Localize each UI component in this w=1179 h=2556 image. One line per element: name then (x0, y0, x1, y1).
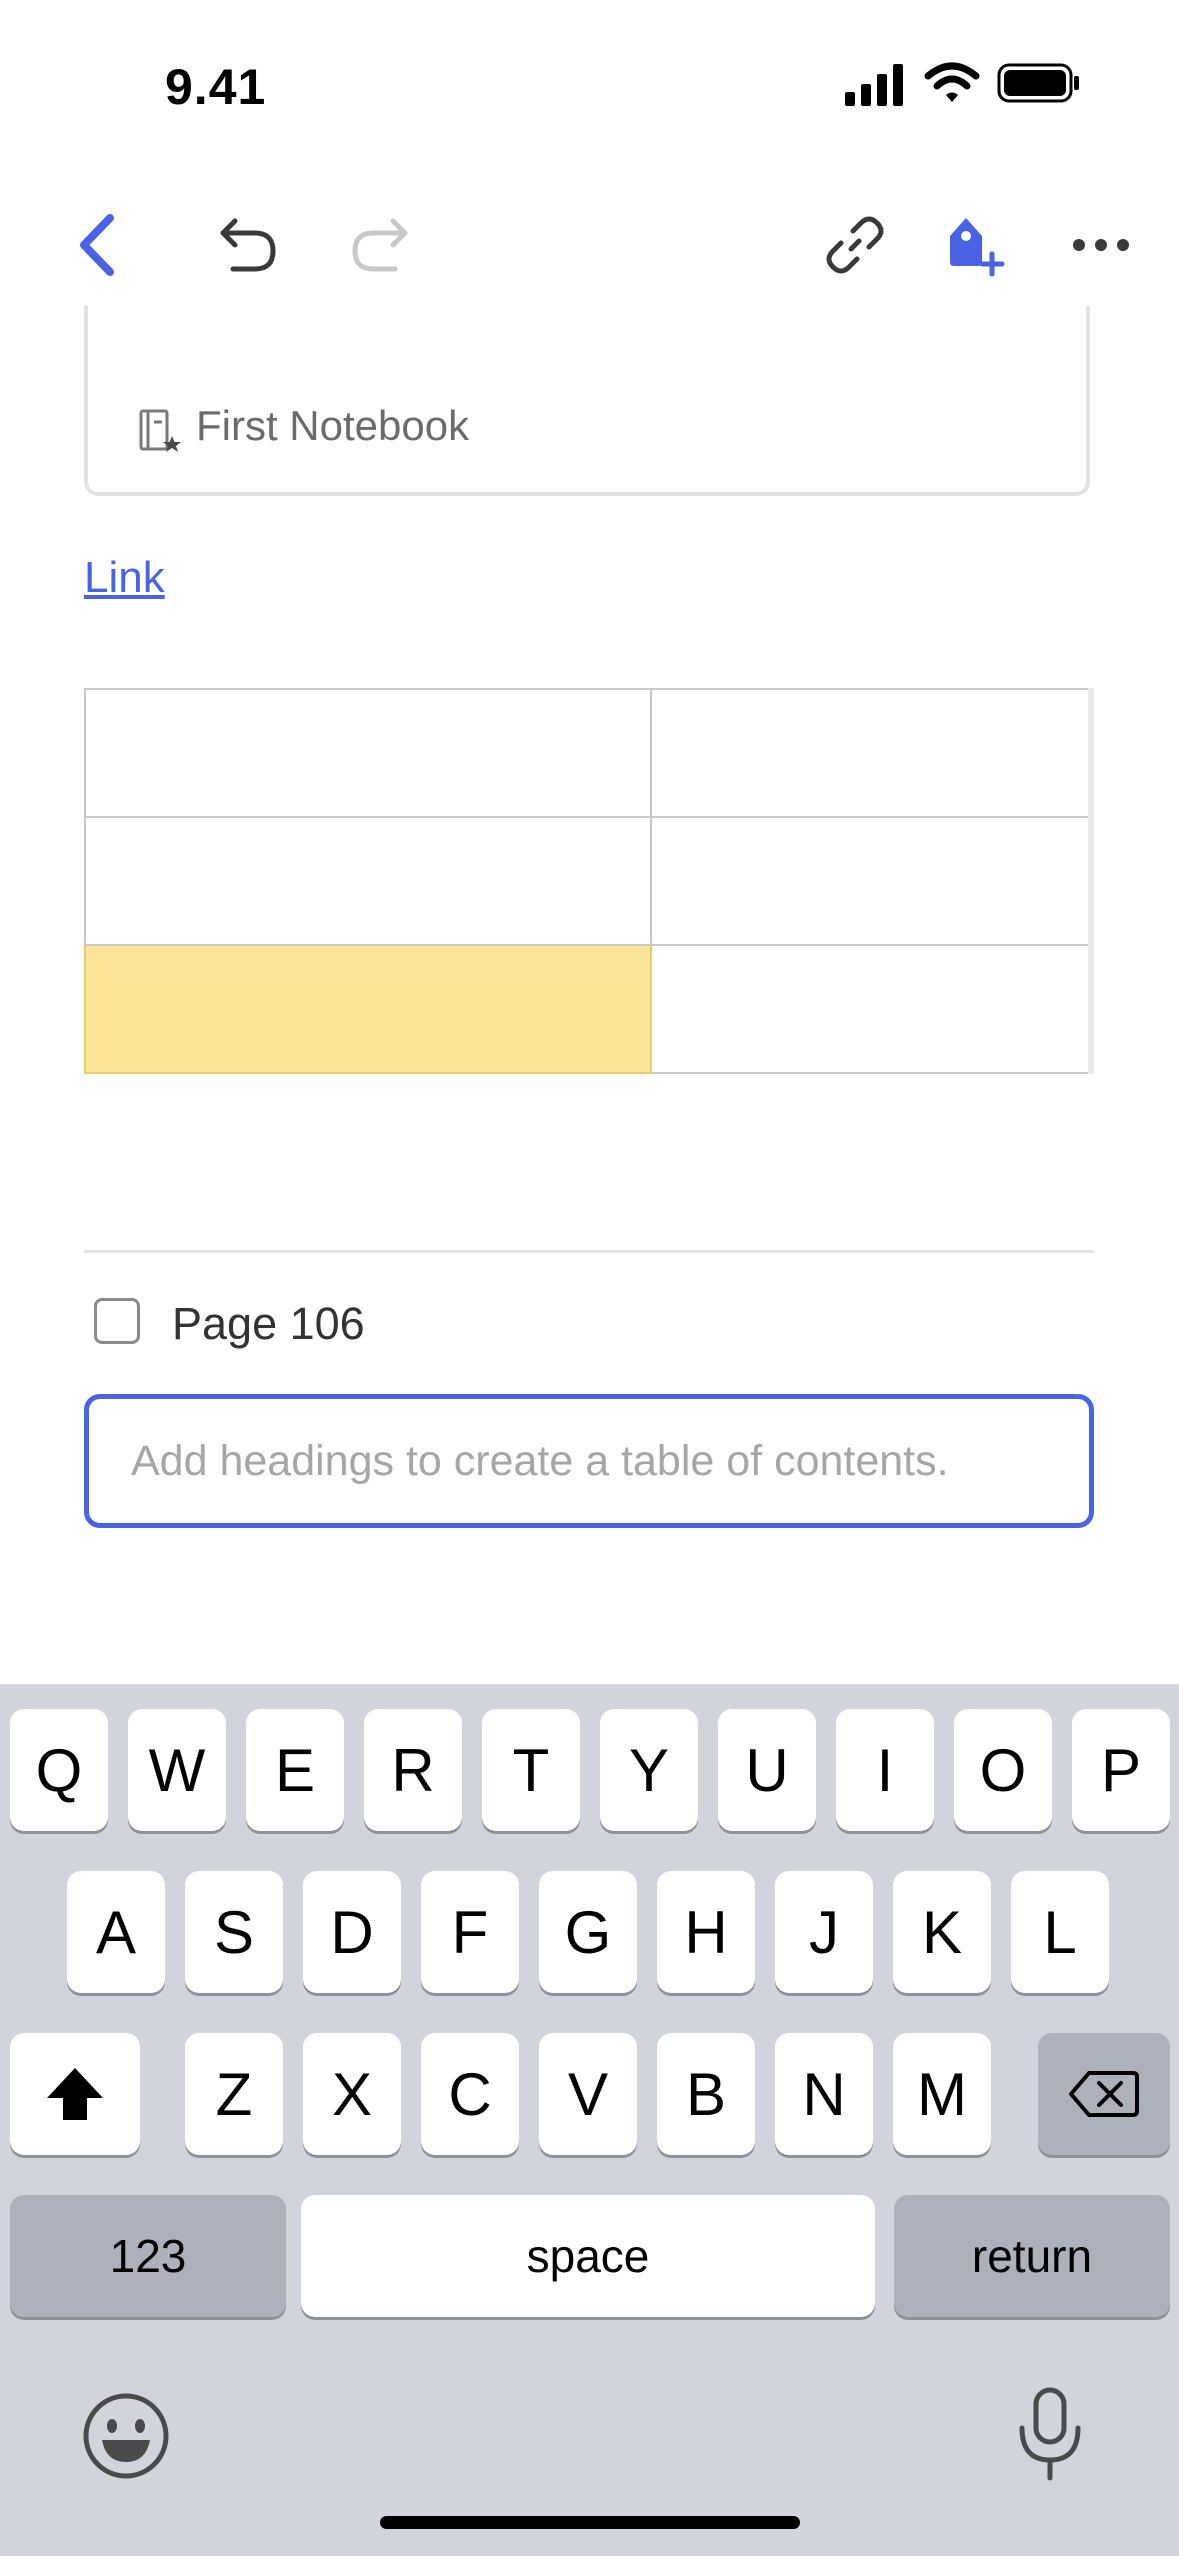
undo-button[interactable] (204, 200, 294, 290)
cellular-signal-icon (845, 64, 903, 106)
keyboard: Q W E R T Y U I O P A S D F G H J K L Z … (0, 1684, 1179, 2556)
link-icon (826, 216, 884, 274)
wifi-icon (924, 62, 980, 102)
key-i[interactable]: I (836, 1709, 934, 1831)
key-d[interactable]: D (303, 1871, 401, 1993)
key-p[interactable]: P (1072, 1709, 1170, 1831)
key-o[interactable]: O (954, 1709, 1052, 1831)
tag-add-icon (950, 218, 1005, 277)
key-s[interactable]: S (185, 1871, 283, 1993)
numbers-key[interactable]: 123 (10, 2195, 286, 2317)
delete-key[interactable] (1038, 2033, 1170, 2155)
checklist-label[interactable]: Page 106 (172, 1298, 365, 1350)
redo-button[interactable] (334, 200, 424, 290)
notebook-label: First Notebook (196, 402, 470, 449)
table-cell[interactable] (650, 944, 1092, 1074)
shift-key[interactable] (10, 2033, 140, 2155)
undo-icon (220, 218, 276, 272)
backspace-icon (1069, 2071, 1139, 2117)
key-y[interactable]: Y (600, 1709, 698, 1831)
key-h[interactable]: H (657, 1871, 755, 1993)
key-w[interactable]: W (128, 1709, 226, 1831)
toc-placeholder: Add headings to create a table of conten… (131, 1436, 949, 1485)
table-of-contents-block[interactable]: Add headings to create a table of conten… (84, 1394, 1094, 1528)
checklist-checkbox[interactable] (94, 1298, 140, 1344)
table-row (84, 816, 1092, 946)
table-cell[interactable] (84, 688, 652, 818)
dictation-button[interactable] (1010, 2384, 1090, 2484)
key-g[interactable]: G (539, 1871, 637, 1993)
key-k[interactable]: K (893, 1871, 991, 1993)
table-cell[interactable] (84, 816, 652, 946)
key-t[interactable]: T (482, 1709, 580, 1831)
note-link[interactable]: Link (84, 553, 165, 603)
key-v[interactable]: V (539, 2033, 637, 2155)
shift-icon (47, 2068, 103, 2120)
notebook-icon (139, 409, 181, 452)
microphone-icon (1019, 2387, 1081, 2481)
table-row (84, 944, 1092, 1074)
key-f[interactable]: F (421, 1871, 519, 1993)
key-u[interactable]: U (718, 1709, 816, 1831)
key-x[interactable]: X (303, 2033, 401, 2155)
notebook-card[interactable] (84, 306, 1090, 496)
key-z[interactable]: Z (185, 2033, 283, 2155)
key-j[interactable]: J (775, 1871, 873, 1993)
key-n[interactable]: N (775, 2033, 873, 2155)
key-q[interactable]: Q (10, 1709, 108, 1831)
home-indicator (380, 2516, 800, 2529)
back-button[interactable] (52, 200, 142, 290)
emoji-button[interactable] (80, 2390, 172, 2482)
more-horizontal-icon (1073, 239, 1129, 251)
chevron-left-icon (80, 214, 114, 276)
table-cell[interactable] (650, 816, 1092, 946)
key-c[interactable]: C (421, 2033, 519, 2155)
key-a[interactable]: A (67, 1871, 165, 1993)
key-l[interactable]: L (1011, 1871, 1109, 1993)
link-button[interactable] (810, 200, 900, 290)
note-table (84, 688, 1094, 1074)
status-time: 9.41 (165, 59, 267, 115)
space-key[interactable]: space (301, 2195, 875, 2317)
key-e[interactable]: E (246, 1709, 344, 1831)
return-key[interactable]: return (894, 2195, 1170, 2317)
add-tag-button[interactable] (930, 200, 1020, 290)
table-cell[interactable] (650, 688, 1092, 818)
more-button[interactable] (1056, 200, 1146, 290)
key-r[interactable]: R (364, 1709, 462, 1831)
table-cell-highlighted[interactable] (84, 944, 652, 1074)
divider (84, 1250, 1094, 1253)
redo-icon (352, 218, 408, 272)
battery-icon (997, 63, 1079, 103)
table-row (84, 688, 1092, 818)
key-m[interactable]: M (893, 2033, 991, 2155)
key-b[interactable]: B (657, 2033, 755, 2155)
emoji-icon (83, 2393, 169, 2479)
